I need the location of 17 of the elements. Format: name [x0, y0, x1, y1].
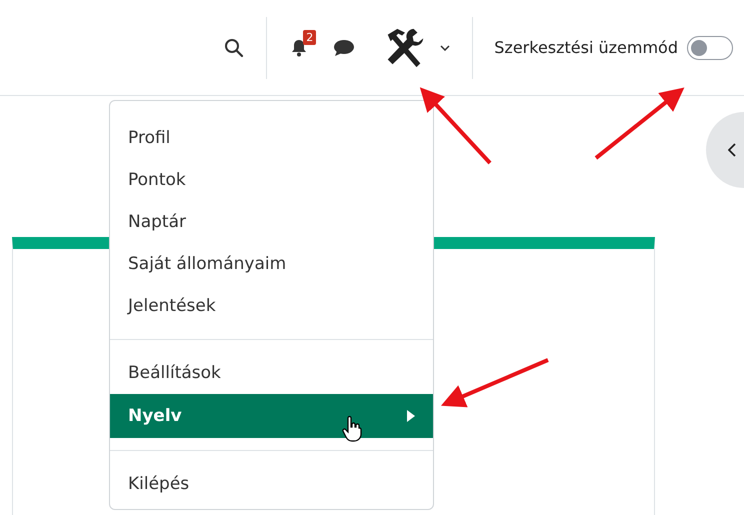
menu-item[interactable]: Beállítások	[110, 352, 433, 394]
search-icon[interactable]	[224, 38, 244, 58]
chevron-left-icon	[728, 143, 736, 157]
menu-item[interactable]: Naptár	[110, 201, 433, 243]
menu-item[interactable]: Jelentések	[110, 285, 433, 327]
menu-item[interactable]: Profil	[110, 117, 433, 159]
chevron-down-icon[interactable]	[440, 44, 450, 50]
hand-cursor-icon	[342, 416, 362, 442]
edit-mode-switch[interactable]	[687, 36, 733, 60]
submenu-arrow-icon	[407, 410, 415, 422]
edit-mode-label: Szerkesztési üzemmód	[494, 38, 678, 57]
menu-item[interactable]: Pontok	[110, 159, 433, 201]
notification-count: 2	[303, 30, 316, 44]
menu-item[interactable]: Kilépés	[110, 463, 433, 505]
chat-icon[interactable]	[333, 38, 356, 56]
bell-icon[interactable]	[291, 38, 308, 56]
menu-item[interactable]: Saját állományaim	[110, 243, 433, 285]
